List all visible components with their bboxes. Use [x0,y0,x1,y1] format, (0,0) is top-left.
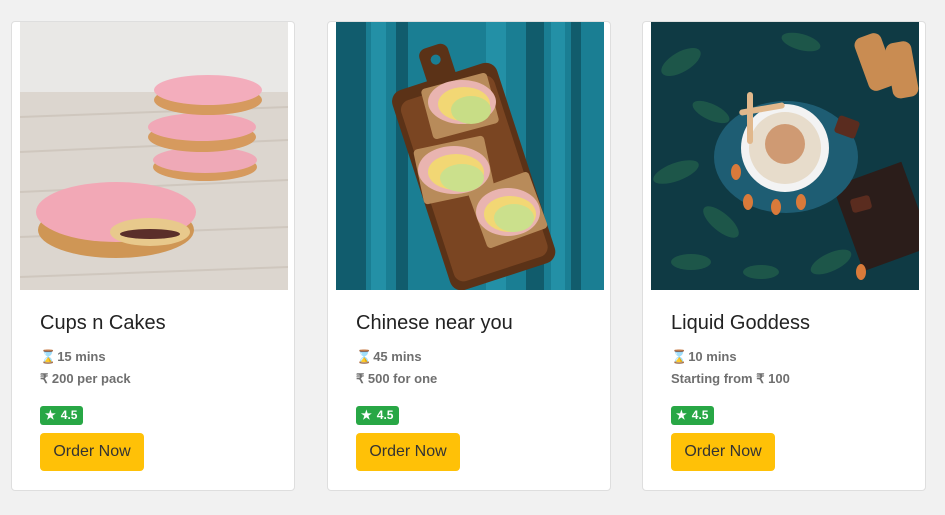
card-title: Chinese near you [356,312,513,334]
star-icon: ★ [361,408,372,422]
delivery-time: ⌛45 mins [356,349,422,365]
delivery-time-text: 15 mins [57,349,106,364]
hourglass-icon: ⌛ [40,349,57,364]
restaurant-card: Chinese near you ⌛45 mins ₹ 500 for one … [327,21,611,491]
star-icon: ★ [676,408,687,422]
delivery-time: ⌛15 mins [40,349,106,365]
delivery-time: ⌛10 mins [671,349,737,365]
price-text: ₹ 500 for one [356,371,438,386]
order-now-button[interactable]: Order Now [40,433,144,471]
rating-value: 4.5 [60,408,78,422]
restaurant-card: Liquid Goddess ⌛10 mins Starting from ₹ … [642,21,926,491]
rating-badge: ★ 4.5 [356,406,400,425]
star-icon: ★ [45,408,56,422]
rating-badge: ★ 4.5 [671,406,715,425]
price-text: ₹ 200 per pack [40,371,131,386]
card-title: Liquid Goddess [671,312,810,334]
hourglass-icon: ⌛ [356,349,373,364]
price-text: Starting from ₹ 100 [671,371,790,386]
rating-badge: ★ 4.5 [40,406,84,425]
rating-value: 4.5 [691,408,709,422]
coffee-cup-image[interactable] [651,22,919,290]
rating-value: 4.5 [376,408,394,422]
order-now-button[interactable]: Order Now [671,433,775,471]
delivery-time-text: 10 mins [688,349,737,364]
hourglass-icon: ⌛ [671,349,688,364]
delivery-time-text: 45 mins [373,349,422,364]
cupcakes-image[interactable] [20,22,288,290]
order-now-button[interactable]: Order Now [356,433,460,471]
restaurant-card: Cups n Cakes ⌛15 mins ₹ 200 per pack ★ 4.… [11,21,295,491]
sandwich-board-image[interactable] [336,22,604,290]
card-title: Cups n Cakes [40,312,166,334]
